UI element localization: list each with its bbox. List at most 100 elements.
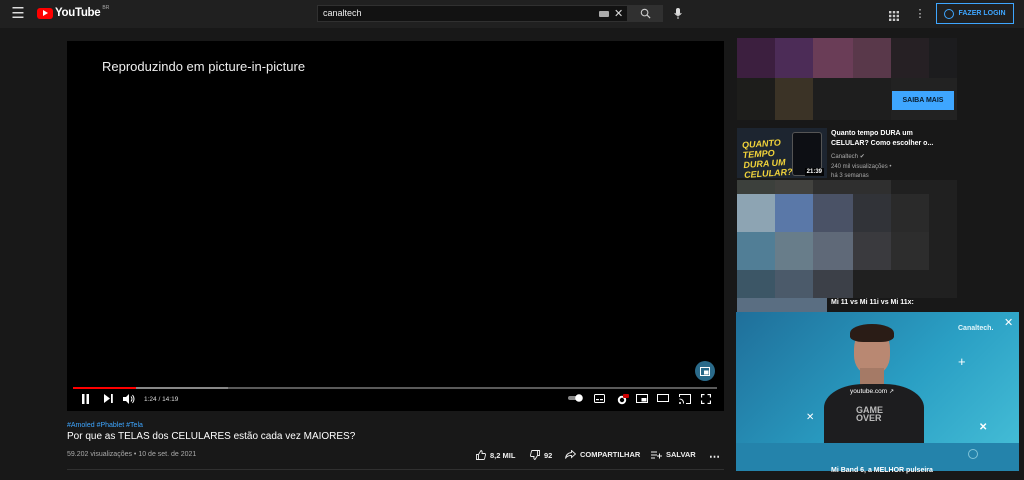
share-icon <box>565 450 576 459</box>
pixel-block <box>775 270 813 298</box>
dislike-count: 92 <box>544 450 553 460</box>
external-link-icon: ↗ <box>889 389 895 395</box>
ad-pixel <box>813 38 853 78</box>
dislike-button[interactable]: 92 <box>530 450 552 460</box>
ad-pixel <box>775 78 813 120</box>
recommendation-title[interactable]: Mi Band 6, a MELHOR pulseira <box>831 467 933 474</box>
thumbnail-text: QUANTO TEMPO DURA UM CELULAR? <box>741 137 793 178</box>
save-label: SALVAR <box>666 450 696 459</box>
cast-icon[interactable] <box>679 394 691 404</box>
menu-icon[interactable]: ☰ <box>10 6 26 22</box>
recommendation-title[interactable]: Mi 11 vs Mi 11i vs Mi 11x: <box>831 298 946 308</box>
next-icon[interactable] <box>104 394 113 403</box>
ad-pixel <box>775 38 813 78</box>
youtube-play-icon <box>37 7 53 19</box>
recommendation-channel[interactable]: Canaltech ✔ <box>831 153 865 162</box>
ad-pixel <box>891 38 929 78</box>
subtitles-icon[interactable] <box>594 394 605 403</box>
pixel-block <box>775 194 813 232</box>
time-display: 1:24 / 14:19 <box>144 396 179 403</box>
loading-indicator <box>968 449 978 459</box>
youtube-link-text: youtube.com <box>850 388 888 395</box>
top-bar: ☰ YouTube BR canaltech ✕ ⋮ FAZER LOGIN <box>0 0 1024 28</box>
pixel-block <box>891 232 929 270</box>
login-label: FAZER LOGIN <box>958 10 1006 17</box>
pixelated-area <box>737 180 957 298</box>
verified-icon: ✔ <box>859 154 865 160</box>
pixel-block <box>737 270 775 298</box>
pixel-block <box>737 180 775 194</box>
video-player[interactable]: Reproduzindo em picture-in-picture 1:24 … <box>67 41 724 411</box>
youtube-logo[interactable]: YouTube BR <box>37 5 110 19</box>
pixel-block <box>853 232 891 270</box>
recommendation-views: 240 mil visualizações • <box>831 164 892 170</box>
like-count: 8,2 MIL <box>490 450 516 460</box>
pixel-block <box>775 232 813 270</box>
ad-pixel <box>737 78 775 120</box>
pixel-block <box>775 180 813 194</box>
video-meta: 59.202 visualizações • 10 de set. de 202… <box>67 451 197 458</box>
pixel-block <box>853 194 891 232</box>
volume-icon[interactable] <box>123 394 135 404</box>
pixel-block <box>813 232 853 270</box>
apps-grid-icon[interactable] <box>889 8 899 21</box>
plus-deco-icon: + <box>958 354 966 369</box>
played-bar <box>73 387 137 389</box>
video-hashtags[interactable]: #Amoled #Phablet #Tela <box>67 422 143 429</box>
progress-bar[interactable] <box>73 387 717 389</box>
pixel-block <box>813 194 853 232</box>
more-vertical-icon[interactable]: ⋮ <box>914 6 926 20</box>
pixel-block <box>813 270 853 298</box>
keyboard-icon[interactable] <box>599 11 609 17</box>
autoplay-toggle[interactable] <box>568 394 584 402</box>
ad-pixel <box>813 78 891 120</box>
channel-watermark: Canaltech. <box>958 325 994 332</box>
player-controls: 1:24 / 14:19 <box>67 391 724 411</box>
microphone-icon[interactable] <box>672 5 684 22</box>
recommendation-thumbnail[interactable]: QUANTO TEMPO DURA UM CELULAR? 21:39 <box>737 128 827 178</box>
miniplayer-icon[interactable] <box>636 394 648 403</box>
pip-message: Reproduzindo em picture-in-picture <box>102 59 306 74</box>
pixel-block <box>737 232 775 270</box>
share-button[interactable]: COMPARTILHAR <box>565 450 640 459</box>
pip-return-icon[interactable] <box>695 361 715 381</box>
thumbs-up-icon <box>476 450 486 460</box>
country-code: BR <box>102 5 110 11</box>
login-button[interactable]: FAZER LOGIN <box>936 3 1014 24</box>
search-button[interactable] <box>628 5 663 22</box>
save-button[interactable]: SALVAR <box>651 450 696 459</box>
ad-learn-more-button[interactable]: SAIBA MAIS <box>892 91 954 110</box>
playlist-add-icon <box>651 451 662 458</box>
clear-icon[interactable]: ✕ <box>614 7 623 20</box>
pixel-block <box>813 180 891 194</box>
channel-name: Canaltech <box>831 154 859 160</box>
logo-text: YouTube <box>55 7 101 19</box>
fullscreen-icon[interactable] <box>701 394 711 404</box>
like-button[interactable]: 8,2 MIL <box>476 450 515 460</box>
recommendation-thumbnail[interactable] <box>737 298 827 312</box>
ad-pixel <box>929 38 957 78</box>
more-actions-icon[interactable]: ⋯ <box>709 450 720 463</box>
video-duration: 21:39 <box>804 168 824 176</box>
pause-icon[interactable] <box>81 394 90 404</box>
settings-icon[interactable] <box>617 394 629 405</box>
search-input[interactable]: canaltech ✕ <box>317 5 628 22</box>
pixel-block <box>891 194 929 232</box>
pixel-block <box>737 194 775 232</box>
video-title: Por que as TELAS dos CELULARES estão cad… <box>67 431 356 442</box>
presenter-image: GAME OVER <box>824 324 924 443</box>
recommendation-title[interactable]: Quanto tempo DURA um CELULAR? Como escol… <box>831 129 946 149</box>
search-value: canaltech <box>323 8 362 18</box>
mini-player[interactable]: ✕ + ✕ GAME OVER Canaltech. youtube.com ↗ … <box>736 312 1019 471</box>
share-label: COMPARTILHAR <box>580 450 641 459</box>
thumbs-down-icon <box>530 450 540 460</box>
close-icon[interactable]: ✕ <box>1004 316 1013 329</box>
account-icon <box>944 8 955 19</box>
divider <box>67 469 724 470</box>
theater-mode-icon[interactable] <box>657 394 669 402</box>
x-deco-icon: ✕ <box>979 422 988 433</box>
ad-pixel <box>853 38 891 78</box>
youtube-link[interactable]: youtube.com ↗ <box>850 388 894 395</box>
ad-pixel <box>737 38 775 78</box>
x-deco-icon: ✕ <box>806 412 815 423</box>
